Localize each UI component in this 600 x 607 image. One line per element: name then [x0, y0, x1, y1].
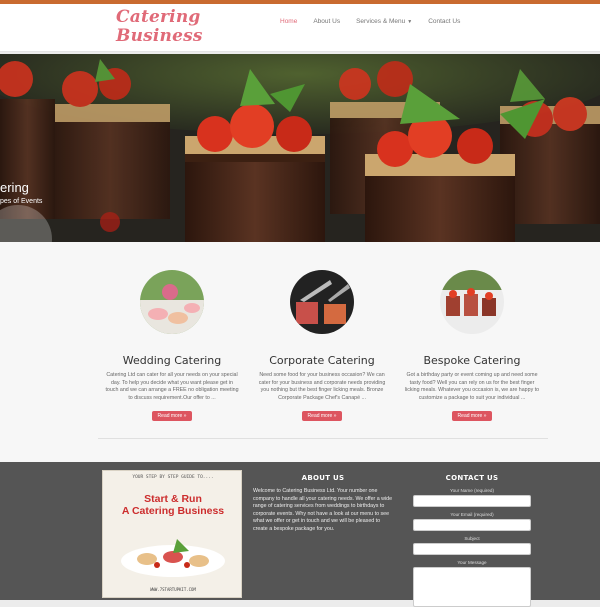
- site-header: Catering Business Home About Us Services…: [0, 4, 600, 52]
- wedding-catering-image[interactable]: [140, 270, 204, 334]
- nav-services-label: Services & Menu: [356, 18, 406, 25]
- message-textarea[interactable]: [413, 567, 531, 607]
- service-corporate: Corporate Catering Need some food for yo…: [252, 270, 392, 422]
- nav-services-menu[interactable]: Services & Menu ▼: [348, 18, 420, 25]
- corporate-catering-image[interactable]: [290, 270, 354, 334]
- chevron-down-icon: ▼: [407, 19, 413, 25]
- nav-contact-us[interactable]: Contact Us: [420, 18, 468, 25]
- ebook-advert[interactable]: YOUR STEP BY STEP GUIDE TO.... Start & R…: [102, 470, 242, 598]
- cocktail-glasses-icon: [290, 270, 354, 334]
- logo-line-1: Catering: [116, 7, 201, 27]
- hero-slider[interactable]: ering pes of Events: [0, 54, 600, 242]
- service-description: Catering Ltd can cater for all your need…: [105, 372, 239, 401]
- hero-caption-subtitle: pes of Events: [0, 198, 43, 205]
- main-nav: Home About Us Services & Menu ▼ Contact U…: [272, 18, 468, 25]
- ebook-title-line-2: A Catering Business: [121, 505, 225, 517]
- ebook-url: WWW.7STARTUPKIT.COM: [150, 587, 196, 592]
- about-heading: ABOUT US: [301, 474, 345, 482]
- name-label: Your Name (required): [449, 488, 494, 493]
- ebook-title-line-1: Start & Run: [144, 493, 202, 505]
- service-title: Corporate Catering: [269, 354, 375, 367]
- ebook-kicker: YOUR STEP BY STEP GUIDE TO....: [132, 475, 214, 480]
- email-field[interactable]: [413, 519, 531, 531]
- ebook-food-image: [121, 539, 225, 577]
- services-section: Wedding Catering Catering Ltd can cater …: [0, 242, 600, 462]
- subject-label: Subject: [464, 536, 480, 541]
- message-label: Your Message: [457, 560, 487, 565]
- subject-field[interactable]: [413, 543, 531, 555]
- hero-caption-title: ering: [0, 180, 29, 195]
- hero-cakes-image: [0, 54, 600, 242]
- site-footer: YOUR STEP BY STEP GUIDE TO.... Start & R…: [0, 462, 600, 607]
- bespoke-catering-image[interactable]: [440, 270, 504, 334]
- site-logo[interactable]: Catering Business: [116, 8, 203, 46]
- email-label: Your Email (required): [450, 512, 494, 517]
- service-description: Got a birthday party or event coming up …: [404, 372, 540, 401]
- nav-home[interactable]: Home: [272, 18, 305, 25]
- wedding-food-icon: [140, 270, 204, 334]
- name-field[interactable]: [413, 495, 531, 507]
- about-text: Welcome to Catering Business Ltd. Your n…: [253, 488, 393, 532]
- read-more-button[interactable]: Read more »: [451, 411, 493, 422]
- service-bespoke: Bespoke Catering Got a birthday party or…: [402, 270, 542, 422]
- service-title: Bespoke Catering: [423, 354, 521, 367]
- ebook-title: Start & Run A Catering Business: [103, 493, 243, 517]
- service-wedding: Wedding Catering Catering Ltd can cater …: [102, 270, 242, 422]
- service-title: Wedding Catering: [122, 354, 222, 367]
- nav-about-us[interactable]: About Us: [305, 18, 348, 25]
- logo-line-2: Business: [116, 26, 203, 46]
- contact-heading: CONTACT US: [445, 474, 499, 482]
- service-description: Need some food for your business occasio…: [258, 372, 386, 401]
- read-more-button[interactable]: Read more »: [301, 411, 343, 422]
- dessert-glasses-icon: [440, 270, 504, 334]
- section-divider: [98, 438, 548, 439]
- read-more-button[interactable]: Read more »: [151, 411, 193, 422]
